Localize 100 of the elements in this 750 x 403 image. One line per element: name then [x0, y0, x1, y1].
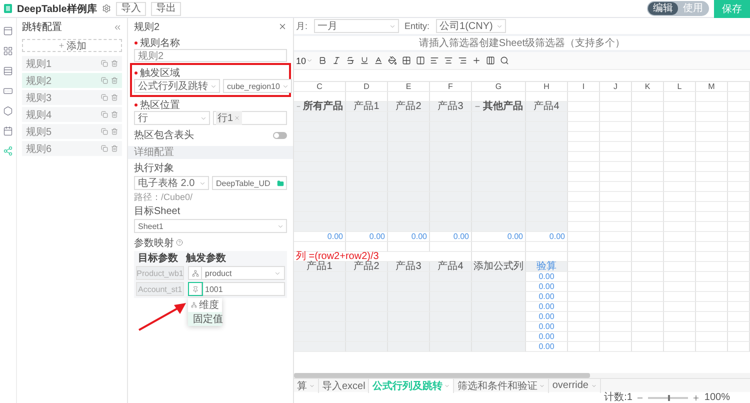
sheet-tab[interactable]: 算	[294, 378, 319, 392]
copy-icon	[101, 111, 108, 118]
collapse-icon	[296, 103, 301, 110]
sidebar-title: 跳转配置	[22, 20, 62, 34]
table-cell: 0.00	[526, 332, 568, 342]
shaded-cell	[526, 172, 568, 182]
field-label: 参数映射	[134, 236, 174, 250]
toolbar-button[interactable]: 导出	[150, 2, 181, 16]
tag: 行1	[216, 111, 242, 125]
strikethrough-icon[interactable]	[346, 56, 356, 65]
rule-item[interactable]: 规则6	[22, 141, 122, 156]
table-cell: 产品4	[430, 262, 472, 272]
chevron-down-icon	[496, 22, 503, 30]
source-param-field[interactable]: 1001	[188, 282, 285, 296]
align-right-icon[interactable]	[458, 56, 468, 65]
rule-item[interactable]: 规则4	[22, 107, 122, 122]
table-cell: 产品3	[388, 262, 430, 272]
sheet-tab[interactable]: override	[549, 378, 600, 392]
shaded-cell	[430, 342, 472, 352]
shaded-cell	[526, 192, 568, 202]
file-field[interactable]: DeepTable_UD	[212, 176, 287, 190]
mode-option[interactable]: 编辑	[648, 2, 678, 15]
menu-item[interactable]: 固定值	[188, 312, 222, 326]
filter-select[interactable]: 公司1(CNY)	[436, 19, 506, 33]
font-color-icon[interactable]	[374, 56, 384, 65]
table-cell: 其他产品	[472, 102, 526, 112]
merge-icon[interactable]	[416, 56, 426, 65]
column-header: 目标参数	[137, 252, 179, 265]
underline-icon[interactable]	[360, 56, 370, 65]
delete-icon	[111, 60, 118, 67]
panel-icon[interactable]	[3, 26, 13, 36]
shaded-cell	[430, 222, 472, 232]
chevron-down-icon	[199, 180, 206, 186]
shaded-cell	[472, 312, 526, 322]
rule-item[interactable]: 规则5	[22, 124, 122, 139]
shaded-cell	[472, 332, 526, 342]
count-text: 计数:1	[604, 392, 632, 402]
sheet-tab[interactable]: 筛选和条件和验证	[454, 378, 550, 392]
columns-icon[interactable]	[486, 56, 496, 65]
italic-icon[interactable]	[332, 56, 342, 65]
shaded-cell	[472, 282, 526, 292]
toggle-switch[interactable]	[273, 132, 287, 138]
select-field[interactable]: 电子表格 2.0	[134, 176, 209, 190]
shaded-cell	[526, 142, 568, 152]
tag-field[interactable]: 行1	[212, 111, 287, 125]
rows-icon[interactable]	[3, 66, 13, 76]
source-param-field[interactable]: product	[188, 266, 285, 280]
target-param-field: Product_wb1	[136, 266, 184, 280]
shaded-cell	[526, 162, 568, 172]
table-cell: 添加公式列	[472, 262, 526, 272]
column-header: 触发参数	[184, 252, 227, 265]
zoom-thumb[interactable]	[668, 394, 670, 400]
search-icon[interactable]	[500, 56, 510, 65]
fill-color-icon[interactable]	[388, 56, 398, 65]
shaded-cell	[526, 182, 568, 192]
shaded-cell	[472, 222, 526, 232]
filter-select[interactable]: 一月	[314, 19, 399, 33]
delete-icon	[111, 145, 118, 152]
plus-icon[interactable]	[472, 56, 482, 65]
align-left-icon[interactable]	[430, 56, 440, 65]
table-cell: 产品2	[346, 262, 388, 272]
param-kind-button[interactable]	[189, 267, 202, 279]
rule-name-field[interactable]: 规则2	[134, 49, 287, 62]
align-center-icon[interactable]	[444, 56, 454, 65]
rule-item[interactable]: 规则1	[22, 56, 122, 71]
menu-item[interactable]: 维度	[188, 298, 222, 312]
select-field[interactable]: Sheet1	[134, 219, 287, 233]
select-field[interactable]: 行	[134, 111, 210, 125]
select-field[interactable]: 公式行列及跳转	[134, 79, 220, 93]
rule-label: 规则2	[26, 74, 53, 88]
select-field[interactable]: cube_region10	[223, 79, 292, 93]
copy-icon	[101, 94, 108, 101]
scrollbar-thumb[interactable]	[294, 373, 590, 378]
pin-icon	[192, 286, 198, 292]
shaded-cell	[526, 122, 568, 132]
calendar-icon[interactable]	[3, 126, 13, 136]
table-cell: 验算	[526, 262, 568, 272]
rule-item[interactable]: 规则3	[22, 90, 122, 105]
table-cell: 0.00	[526, 272, 568, 282]
field-icon[interactable]	[3, 86, 13, 96]
rule-label: 规则6	[26, 142, 53, 156]
grid-icon[interactable]	[3, 46, 13, 56]
shaded-cell	[526, 132, 568, 142]
section-header: 详细配置	[128, 146, 293, 159]
rule-item[interactable]: 规则2	[22, 73, 122, 88]
font-size-select[interactable]: 10	[296, 56, 314, 66]
shaded-cell	[526, 222, 568, 232]
border-icon[interactable]	[402, 56, 412, 65]
hint-text: 请插入筛选器创建Sheet级筛选器（支持多个）	[418, 36, 626, 50]
hexagon-icon[interactable]	[3, 106, 13, 116]
delete-icon	[111, 128, 118, 135]
help-icon	[176, 239, 183, 246]
target-param-field: Account_st1	[136, 282, 184, 296]
copy-icon	[101, 60, 108, 67]
bold-icon[interactable]	[318, 56, 328, 65]
shaded-cell	[388, 222, 430, 232]
table-cell: 产品4	[526, 102, 568, 112]
toolbar-button[interactable]: 导入	[116, 2, 146, 16]
add-button[interactable]: 添加	[22, 39, 122, 52]
delete-icon	[111, 77, 118, 84]
